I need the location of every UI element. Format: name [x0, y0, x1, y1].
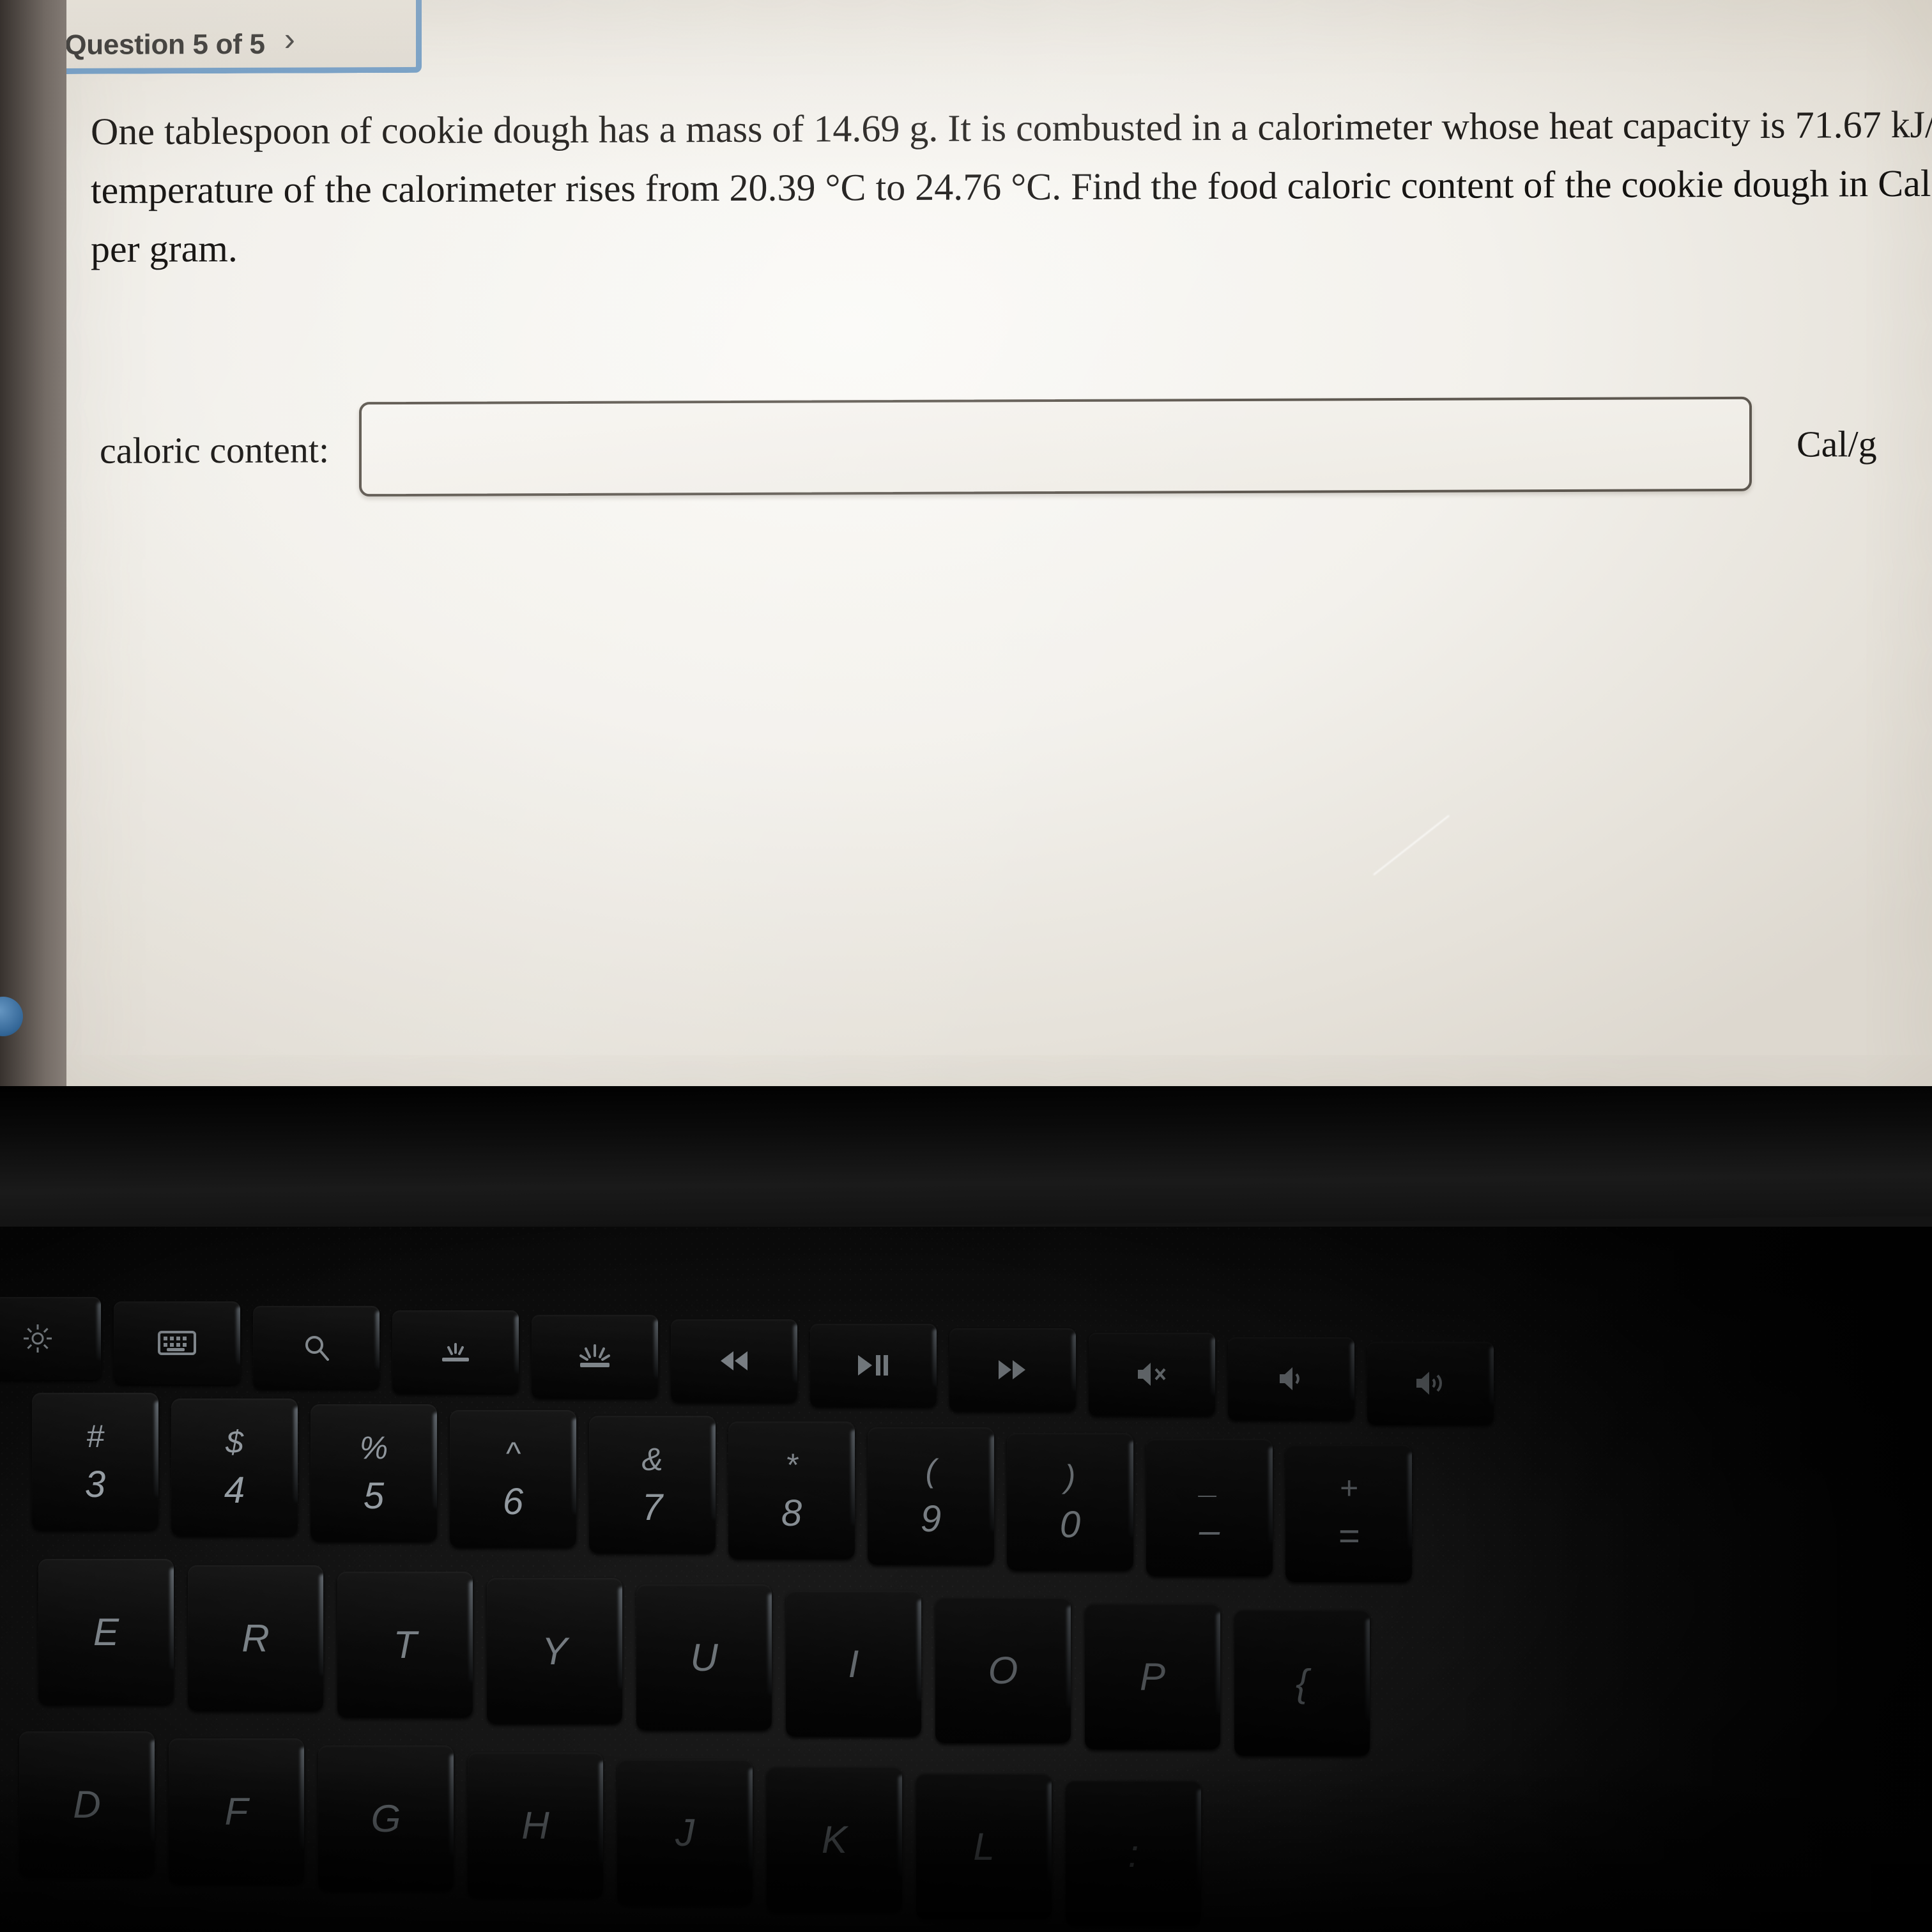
- key-8[interactable]: * 8: [728, 1422, 855, 1559]
- laptop-hinge: [0, 1086, 1932, 1233]
- key-letter-label: H: [521, 1804, 549, 1847]
- brightness-down-icon: [21, 1322, 54, 1355]
- key-shift-label: *: [785, 1446, 798, 1483]
- key-letter-label: I: [848, 1642, 859, 1685]
- caloric-content-input[interactable]: [359, 396, 1752, 497]
- key-G[interactable]: G: [318, 1745, 454, 1891]
- key-letter-label: :: [1128, 1832, 1139, 1875]
- key-letter-label: O: [988, 1648, 1018, 1692]
- key-search-icon[interactable]: [253, 1306, 379, 1389]
- key-I[interactable]: I: [786, 1591, 921, 1736]
- key-letter-label: L: [973, 1825, 995, 1868]
- key-letter-label: E: [93, 1610, 119, 1653]
- key-{[interactable]: {: [1234, 1610, 1370, 1756]
- key-brightness-down-icon[interactable]: [0, 1297, 101, 1380]
- play-pause-icon: [855, 1353, 891, 1377]
- key-letter-label: P: [1139, 1655, 1166, 1698]
- key-P[interactable]: P: [1085, 1604, 1220, 1749]
- key-shift-label: &: [641, 1441, 663, 1477]
- key-base-label: =: [1338, 1515, 1360, 1557]
- key-letter-label: T: [393, 1623, 417, 1666]
- chevron-right-icon[interactable]: ›: [284, 21, 295, 59]
- key-letter-label: U: [690, 1636, 718, 1679]
- key-:[interactable]: :: [1066, 1781, 1201, 1926]
- key-Y[interactable]: Y: [487, 1578, 622, 1724]
- key-shift-label: $: [226, 1423, 243, 1460]
- key-letter-label: J: [675, 1811, 694, 1854]
- key-letter-label: G: [371, 1797, 401, 1840]
- laptop-base: #3 $4% 5 ^ 6 & 7 * 8(9) 0 _ – + = E R T Y U I O P{ DFGHJKL:: [0, 1086, 1932, 1932]
- key-base-label: 9: [920, 1498, 942, 1540]
- key-letter-label: {: [1295, 1661, 1309, 1705]
- answer-row: caloric content: Cal/g: [91, 389, 1924, 505]
- keyboard-backlight-icon: [158, 1328, 196, 1358]
- key-shift-label: _: [1200, 1464, 1218, 1500]
- answer-label: caloric content:: [100, 428, 330, 471]
- key-R[interactable]: R: [188, 1565, 323, 1711]
- key-base-label: 5: [363, 1475, 385, 1517]
- key-letter-label: D: [73, 1782, 101, 1826]
- key-letter-label: F: [224, 1790, 249, 1833]
- key-shift-label: ^: [505, 1435, 521, 1471]
- key-base-label: 6: [502, 1480, 524, 1522]
- keyboard-number-row: #3 $4% 5 ^ 6 & 7 * 8(9) 0 _ – + =: [32, 1393, 1425, 1582]
- page-title: Question 5 of 5: [66, 28, 265, 61]
- key-D[interactable]: D: [19, 1731, 155, 1877]
- question-line-2: temperature of the calorimeter rises fro…: [91, 162, 1932, 211]
- mute-icon: [1135, 1360, 1169, 1389]
- key-keyboard-backlight-icon[interactable]: [114, 1301, 240, 1384]
- key-base-label: 7: [641, 1486, 663, 1528]
- fast-forward-icon: [996, 1358, 1029, 1382]
- answer-unit-label: Cal/g: [1797, 422, 1877, 465]
- key-O[interactable]: O: [935, 1597, 1071, 1743]
- key-base-label: –: [1199, 1509, 1220, 1551]
- kb-brightness-down-icon: [439, 1338, 472, 1365]
- key-J[interactable]: J: [617, 1759, 753, 1905]
- key-kb-brightness-down-icon[interactable]: [392, 1310, 519, 1393]
- question-line-1: One tablespoon of cookie dough has a mas…: [91, 103, 1932, 153]
- key-letter-label: K: [821, 1818, 848, 1861]
- key-U[interactable]: U: [636, 1584, 772, 1730]
- rewind-icon: [717, 1349, 751, 1373]
- key-7[interactable]: & 7: [589, 1416, 716, 1553]
- key-shift-label: ): [1064, 1458, 1076, 1494]
- key-base-label: 8: [781, 1492, 802, 1534]
- key-T[interactable]: T: [337, 1572, 473, 1717]
- key-shift-label: (: [925, 1452, 937, 1489]
- question-line-3: per gram.: [91, 227, 238, 270]
- keyboard-top-letter-row: E R T Y U I O P {: [38, 1559, 1384, 1756]
- laptop-screen-photo: ‹ Question 5 of 5 › One tablespoon of co…: [0, 0, 1932, 1932]
- key-shift-label: +: [1339, 1469, 1358, 1506]
- key-base-label: 0: [1059, 1503, 1081, 1545]
- keyboard-home-letter-row: D F G H J K L:: [19, 1731, 1215, 1926]
- key-4[interactable]: $4: [171, 1399, 298, 1536]
- key-3[interactable]: #3: [32, 1393, 158, 1530]
- key-H[interactable]: H: [468, 1752, 603, 1898]
- laptop-screen: ‹ Question 5 of 5 › One tablespoon of co…: [66, 0, 1932, 1105]
- key-kb-brightness-up-icon[interactable]: [532, 1315, 658, 1398]
- key-K[interactable]: K: [767, 1767, 902, 1912]
- screen-scratch: [1373, 815, 1450, 876]
- search-icon: [301, 1332, 332, 1363]
- question-text: One tablespoon of cookie dough has a mas…: [91, 95, 1932, 279]
- key-9[interactable]: (9: [868, 1427, 994, 1565]
- key-L[interactable]: L: [916, 1774, 1052, 1919]
- key-shift-label: %: [359, 1429, 388, 1466]
- key-5[interactable]: % 5: [310, 1404, 437, 1542]
- key-F[interactable]: F: [169, 1738, 304, 1884]
- key-shift-label: #: [86, 1418, 104, 1454]
- kb-brightness-up-icon: [578, 1342, 612, 1370]
- key-E[interactable]: E: [38, 1559, 174, 1705]
- volume-down-icon: [1276, 1364, 1307, 1393]
- key-base-label: 4: [224, 1469, 245, 1511]
- key-letter-label: Y: [541, 1629, 568, 1673]
- key-6[interactable]: ^ 6: [450, 1410, 576, 1547]
- question-navigation-tab[interactable]: ‹ Question 5 of 5 ›: [66, 0, 422, 75]
- key-–[interactable]: _ –: [1146, 1439, 1273, 1576]
- key-0[interactable]: ) 0: [1007, 1433, 1133, 1570]
- key-rewind-icon[interactable]: [671, 1319, 797, 1402]
- key-base-label: 3: [84, 1463, 106, 1505]
- key-letter-label: R: [241, 1616, 270, 1660]
